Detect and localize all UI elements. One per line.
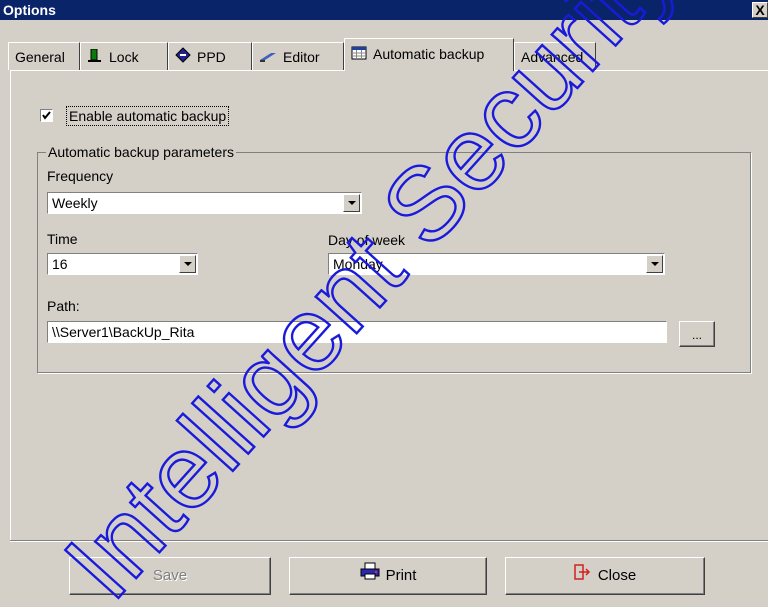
close-label: Close bbox=[597, 567, 637, 584]
footer-divider bbox=[10, 540, 768, 542]
time-select[interactable]: 16 bbox=[47, 253, 198, 275]
frequency-select[interactable]: Weekly bbox=[47, 192, 362, 214]
tab-general[interactable]: General bbox=[8, 42, 80, 70]
title-bar: Options X bbox=[0, 0, 768, 20]
save-button[interactable]: Save bbox=[69, 557, 271, 595]
chevron-down-icon[interactable] bbox=[343, 194, 360, 212]
enable-backup-label: Enable automatic backup bbox=[66, 106, 230, 126]
tab-editor[interactable]: Editor bbox=[252, 42, 344, 70]
time-value: 16 bbox=[52, 256, 68, 272]
editor-icon bbox=[259, 44, 277, 72]
checkmark-icon bbox=[42, 111, 51, 120]
lock-icon bbox=[87, 44, 103, 72]
group-title: Automatic backup parameters bbox=[46, 143, 236, 161]
close-window-button[interactable]: X bbox=[752, 2, 768, 18]
save-label: Save bbox=[152, 567, 188, 584]
path-value: \\Server1\BackUp_Rita bbox=[52, 324, 195, 340]
tab-advanced[interactable]: Advanced bbox=[514, 42, 596, 70]
path-label: Path: bbox=[47, 298, 80, 314]
tab-ppd[interactable]: PPD bbox=[168, 42, 252, 70]
close-button[interactable]: Close bbox=[505, 557, 705, 595]
enable-backup-checkbox[interactable] bbox=[40, 109, 53, 122]
day-of-week-value: Monday bbox=[333, 256, 383, 272]
day-of-week-label: Day of week bbox=[328, 232, 406, 248]
path-input[interactable]: \\Server1\BackUp_Rita bbox=[47, 321, 667, 343]
tab-automatic-backup[interactable]: Automatic backup bbox=[344, 38, 514, 71]
day-of-week-select[interactable]: Monday bbox=[328, 253, 665, 275]
print-button[interactable]: Print bbox=[289, 557, 487, 595]
calendar-icon bbox=[351, 40, 367, 70]
chevron-down-icon[interactable] bbox=[646, 255, 663, 273]
tab-lock[interactable]: Lock bbox=[80, 42, 168, 70]
printer-icon bbox=[360, 558, 380, 594]
chevron-down-icon[interactable] bbox=[179, 255, 196, 273]
window-title: Options bbox=[3, 2, 56, 18]
ppd-icon bbox=[175, 44, 191, 72]
print-label: Print bbox=[385, 567, 417, 584]
frequency-value: Weekly bbox=[52, 195, 98, 211]
exit-icon bbox=[574, 558, 592, 594]
browse-path-button[interactable]: ... bbox=[679, 321, 715, 347]
time-label: Time bbox=[47, 231, 78, 247]
frequency-label: Frequency bbox=[47, 168, 114, 184]
